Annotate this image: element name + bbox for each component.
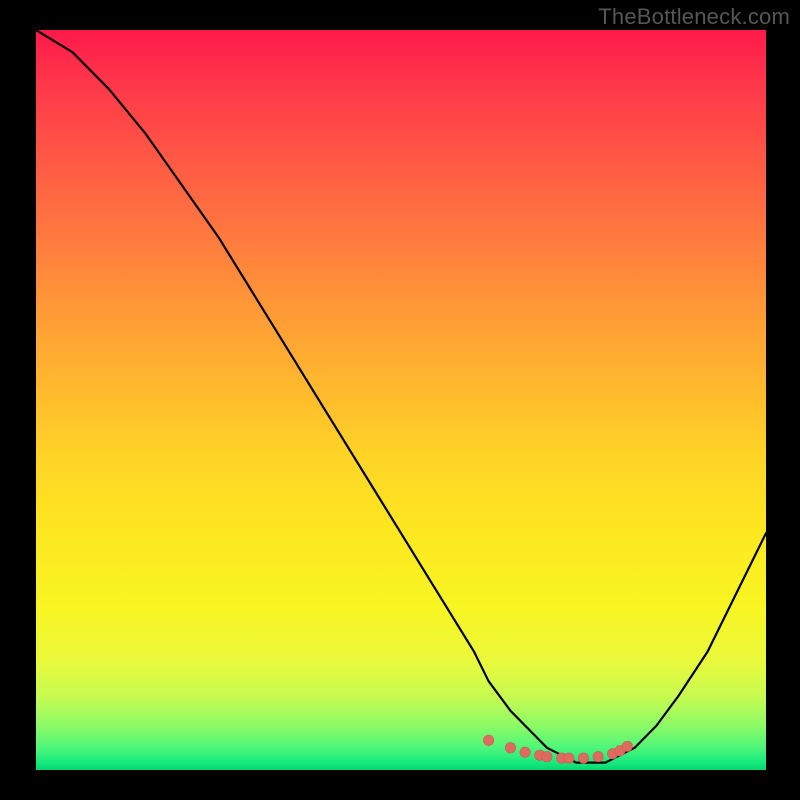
chart-svg [36,30,766,770]
bottleneck-curve [36,30,766,763]
chart-container: TheBottleneck.com [0,0,800,800]
watermark-text: TheBottleneck.com [598,4,790,30]
plot-area [36,30,766,770]
